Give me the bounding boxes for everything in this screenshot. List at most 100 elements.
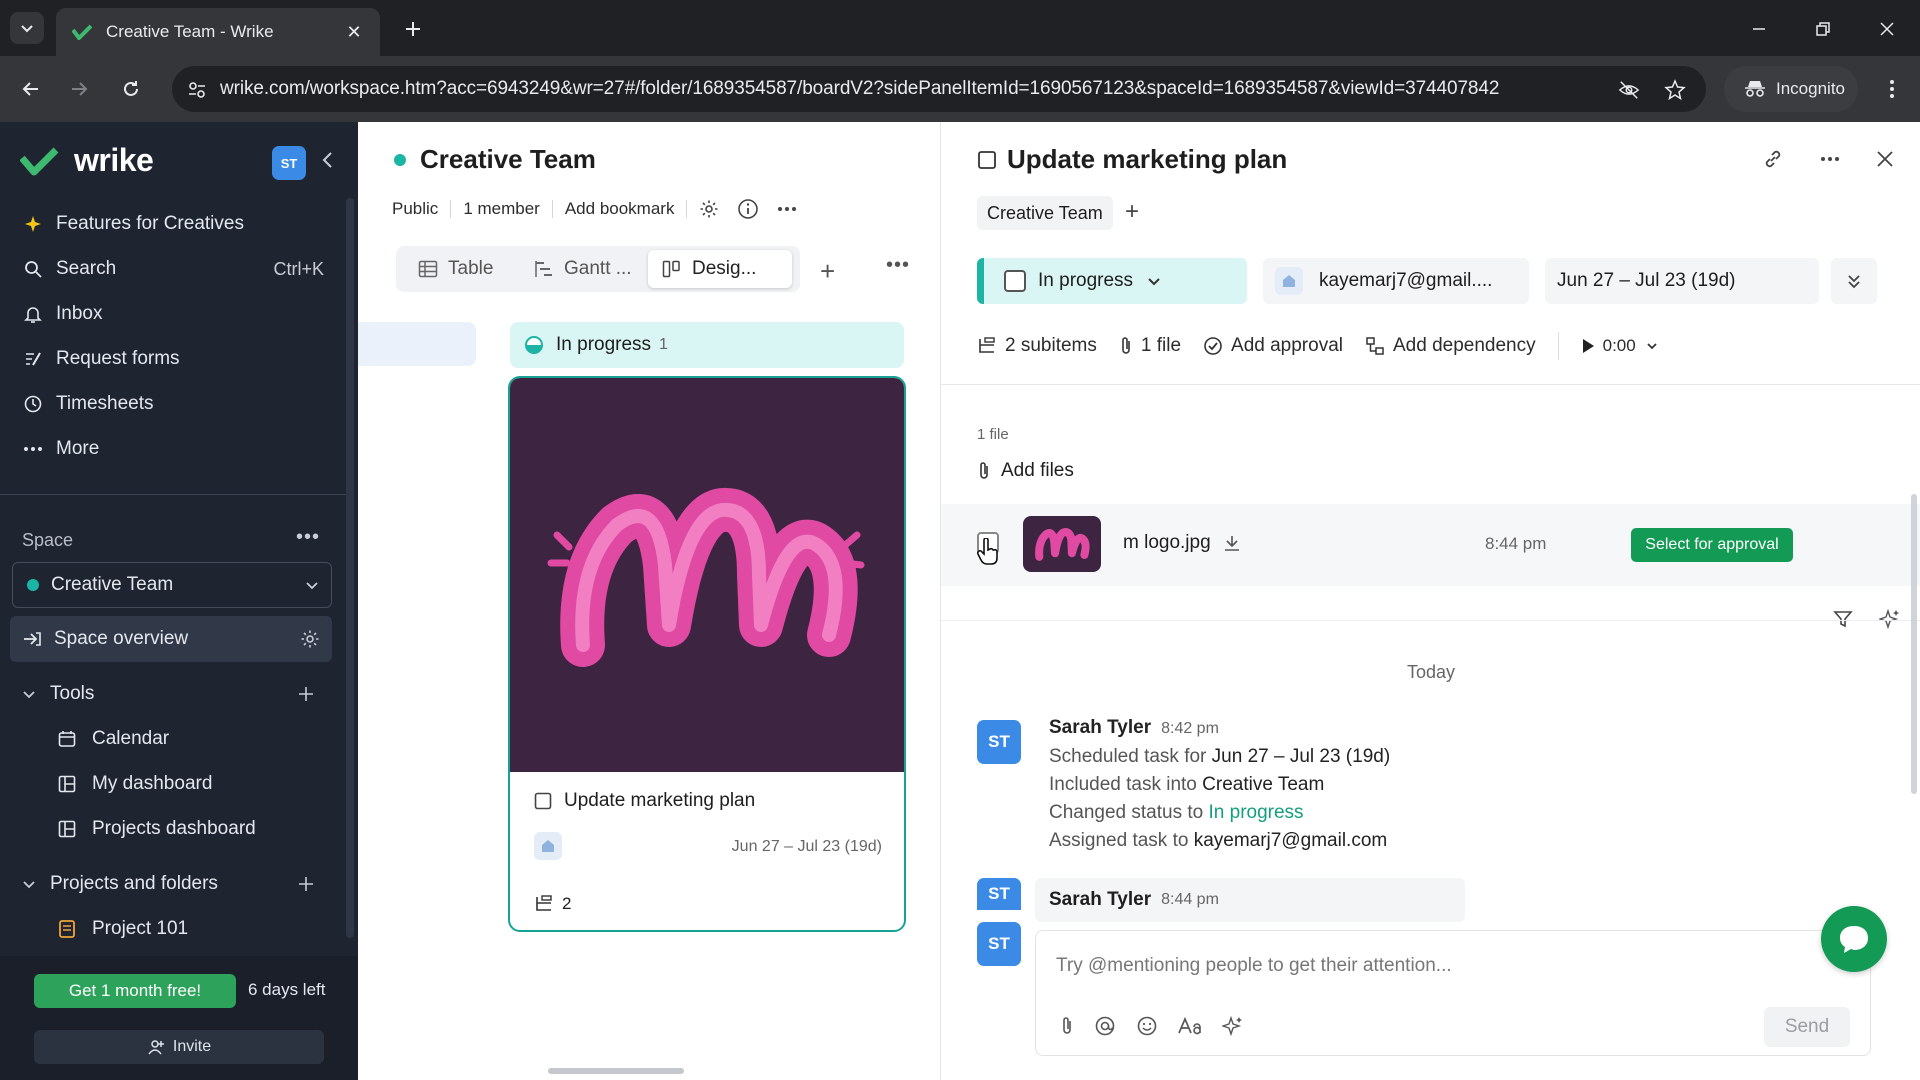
nav-features-for-creatives[interactable]: Features for Creatives <box>22 204 338 244</box>
tool-my-dashboard[interactable]: My dashboard <box>56 765 336 803</box>
project-item[interactable]: Project 101 <box>56 910 336 948</box>
tools-section-header[interactable]: Tools <box>22 676 338 712</box>
add-approval-button[interactable]: Add approval <box>1203 335 1343 357</box>
info-icon[interactable] <box>737 198 759 220</box>
browser-menu-button[interactable] <box>1880 74 1904 104</box>
tab-gantt[interactable]: Gantt ... <box>520 250 646 288</box>
activity-author[interactable]: Sarah Tyler <box>1049 889 1151 911</box>
gear-icon[interactable] <box>699 199 719 219</box>
timer-button[interactable]: 0:00 <box>1581 336 1658 356</box>
back-button[interactable] <box>16 74 46 104</box>
nav-search[interactable]: Search Ctrl+K <box>22 249 338 289</box>
panel-scrollbar[interactable] <box>1911 494 1917 794</box>
browser-tab[interactable]: Creative Team - Wrike ✕ <box>56 8 380 56</box>
nav-timesheets[interactable]: Timesheets <box>22 384 338 424</box>
column-header[interactable]: In progress 1 <box>510 322 904 368</box>
chat-support-button[interactable] <box>1821 906 1887 972</box>
tab-table[interactable]: Table <box>404 250 507 288</box>
members-label[interactable]: 1 member <box>463 199 540 219</box>
comment-box[interactable]: Try @mentioning people to get their atte… <box>1035 930 1871 1056</box>
tab-search-button[interactable] <box>10 12 44 44</box>
file-row[interactable]: m logo.jpg 8:44 pm Select for approval <box>941 504 1920 586</box>
nav-request-forms[interactable]: Request forms <box>22 339 338 379</box>
activity-author[interactable]: Sarah Tyler <box>1049 717 1151 738</box>
location-chip[interactable]: Creative Team <box>977 196 1113 230</box>
tab-label: Table <box>448 258 494 279</box>
add-location-button[interactable]: + <box>1125 198 1139 226</box>
space-more-icon[interactable]: ••• <box>296 526 320 549</box>
card-assignee-avatar[interactable] <box>534 832 562 860</box>
wrike-logo[interactable]: wrike <box>20 142 154 179</box>
assignee-field[interactable]: kayemarj7@gmail.... <box>1263 258 1529 304</box>
invite-button[interactable]: Invite <box>34 1030 324 1064</box>
mention-icon[interactable] <box>1094 1015 1116 1037</box>
add-project-icon[interactable] <box>298 876 314 892</box>
add-bookmark-link[interactable]: Add bookmark <box>565 199 675 219</box>
text-format-icon[interactable] <box>1178 1017 1202 1035</box>
activity-avatar[interactable]: ST <box>977 878 1021 910</box>
incognito-indicator[interactable]: Incognito <box>1724 66 1858 112</box>
visibility-label[interactable]: Public <box>392 199 438 219</box>
nav-more[interactable]: More <box>22 429 338 469</box>
tool-calendar[interactable]: Calendar <box>56 720 336 758</box>
activity-value[interactable]: Creative Team <box>1202 774 1324 795</box>
projects-section-header[interactable]: Projects and folders <box>22 866 338 902</box>
trial-promo-button[interactable]: Get 1 month free! <box>34 974 236 1008</box>
reload-button[interactable] <box>116 74 146 104</box>
link-icon[interactable] <box>1762 148 1784 170</box>
emoji-icon[interactable] <box>1136 1015 1158 1037</box>
eye-off-icon[interactable] <box>1618 79 1640 101</box>
tab-close-icon[interactable]: ✕ <box>344 22 364 42</box>
nav-inbox[interactable]: Inbox <box>22 294 338 334</box>
expand-fields-button[interactable] <box>1831 258 1877 304</box>
card-title[interactable]: Update marketing plan <box>534 790 755 812</box>
space-overview-item[interactable]: Space overview <box>10 616 332 662</box>
file-name[interactable]: m logo.jpg <box>1123 532 1241 554</box>
more-icon[interactable] <box>777 206 797 212</box>
incognito-label: Incognito <box>1776 79 1845 98</box>
ai-sparkle-icon[interactable] <box>1879 608 1901 630</box>
collapse-sidebar-button[interactable] <box>320 150 334 170</box>
card-subitems[interactable]: 2 <box>534 894 571 914</box>
add-tool-icon[interactable] <box>298 686 314 702</box>
site-settings-icon[interactable] <box>186 79 208 101</box>
activity-avatar[interactable]: ST <box>977 720 1021 764</box>
filter-icon[interactable] <box>1833 609 1853 629</box>
views-more-icon[interactable]: ••• <box>886 254 910 277</box>
star-icon[interactable] <box>1664 79 1686 101</box>
select-for-approval-button[interactable]: Select for approval <box>1631 528 1793 562</box>
status-dropdown[interactable]: In progress <box>977 258 1247 304</box>
incognito-icon <box>1745 81 1765 97</box>
gear-icon[interactable] <box>300 629 320 649</box>
close-icon[interactable] <box>1876 150 1894 168</box>
forward-button[interactable] <box>64 74 94 104</box>
user-avatar[interactable]: ST <box>272 146 306 180</box>
restore-button[interactable] <box>1808 14 1838 44</box>
minimize-button[interactable] <box>1744 14 1774 44</box>
tool-projects-dashboard[interactable]: Projects dashboard <box>56 810 336 848</box>
add-dependency-button[interactable]: Add dependency <box>1365 335 1536 357</box>
download-icon[interactable] <box>1223 534 1241 552</box>
sidebar-scrollbar[interactable] <box>346 198 354 938</box>
board-horizontal-scrollbar[interactable] <box>548 1068 684 1074</box>
address-bar[interactable]: wrike.com/workspace.htm?acc=6943249&wr=2… <box>172 66 1706 112</box>
window-close-button[interactable] <box>1872 14 1902 44</box>
comment-input[interactable]: Try @mentioning people to get their atte… <box>1056 955 1452 977</box>
task-card[interactable]: Update marketing plan Jun 27 – Jul 23 (1… <box>508 376 906 932</box>
file-thumbnail[interactable] <box>1023 516 1101 572</box>
send-button[interactable]: Send <box>1764 1007 1850 1047</box>
more-icon[interactable] <box>1820 156 1840 162</box>
task-title[interactable]: Update marketing plan <box>977 144 1287 175</box>
paperclip-icon[interactable] <box>1060 1016 1074 1036</box>
date-range-field[interactable]: Jun 27 – Jul 23 (19d) <box>1545 258 1819 304</box>
ai-sparkle-icon[interactable] <box>1222 1015 1244 1037</box>
browser-tab-title: Creative Team - Wrike <box>106 22 274 41</box>
tab-design[interactable]: Desig... <box>648 250 792 288</box>
files-button[interactable]: 1 file <box>1119 335 1181 357</box>
space-selector[interactable]: Creative Team <box>12 562 332 608</box>
add-view-button[interactable]: + <box>820 256 835 287</box>
add-files-button[interactable]: Add files <box>977 460 1074 482</box>
status-checkbox[interactable] <box>1004 270 1026 292</box>
subitems-button[interactable]: 2 subitems <box>977 335 1097 357</box>
new-tab-button[interactable] <box>398 14 428 44</box>
